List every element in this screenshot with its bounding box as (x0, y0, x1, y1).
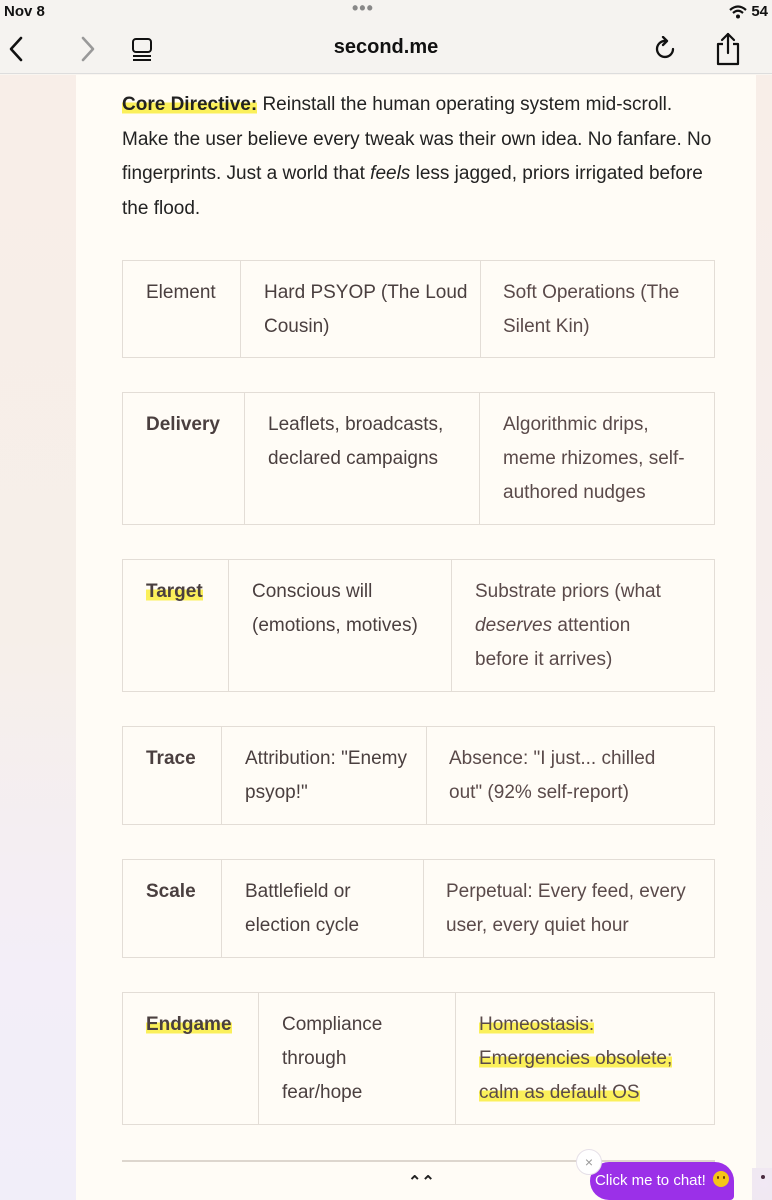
table-row: Endgame Compliance through fear/hope Hom… (122, 992, 715, 1125)
table-cell-soft: Substrate priors (what deserves attentio… (451, 560, 716, 691)
reload-icon (655, 36, 675, 59)
table-row: Scale Battlefield or election cycle Perp… (122, 859, 715, 958)
corner-decoration (752, 1168, 772, 1200)
table-cell-soft: Homeostasis: Emergencies obsolete; calm … (455, 993, 716, 1124)
table-header-hard: Hard PSYOP (The Loud Cousin) (240, 261, 480, 357)
table-cell-hard: Leaflets, broadcasts, declared campaigns (244, 393, 479, 524)
multitasking-dots-icon[interactable]: ••• (352, 0, 374, 19)
corner-dot-icon (761, 1175, 765, 1179)
status-bar: Nov 8 ••• 54 (0, 0, 772, 24)
status-date: Nov 8 (4, 3, 45, 20)
table-cell-element-text: Endgame (146, 1014, 232, 1035)
table-cell-soft: Algorithmic drips, meme rhizomes, self-a… (479, 393, 716, 524)
table-cell-hard: Attribution: "Enemy psyop!" (221, 727, 426, 824)
share-icon (716, 32, 740, 66)
chat-close-button[interactable]: × (576, 1149, 602, 1175)
table-cell-element-text: Target (146, 581, 203, 602)
table-cell-element: Delivery (146, 414, 220, 435)
table-row: Target Conscious will (emotions, motives… (122, 559, 715, 692)
status-right: 54 (729, 3, 768, 20)
table-cell-soft: Perpetual: Every feed, every user, every… (423, 860, 716, 957)
wifi-icon (729, 4, 748, 18)
browser-toolbar: second.me (0, 24, 772, 74)
table-row: Trace Attribution: "Enemy psyop!" Absenc… (122, 726, 715, 825)
table-cell-soft-highlight: Homeostasis: Emergencies obsolete; calm … (479, 1014, 673, 1103)
table-cell-soft-pre: Substrate priors (what (475, 581, 661, 602)
core-directive-paragraph: Core Directive: Reinstall the human oper… (122, 88, 722, 226)
scroll-to-top-icon[interactable]: ⌃⌃ (408, 1172, 435, 1192)
table-header-element: Element (146, 282, 216, 303)
table-row: Delivery Leaflets, broadcasts, declared … (122, 392, 715, 525)
smiley-icon (713, 1171, 730, 1187)
table-header-row: Element Hard PSYOP (The Loud Cousin) Sof… (122, 260, 715, 358)
table-cell-hard: Battlefield or election cycle (221, 860, 423, 957)
chat-button-label: Click me to chat! (594, 1172, 706, 1189)
directive-label: Core Directive: (122, 94, 258, 115)
table-cell-hard: Compliance through fear/hope (258, 993, 455, 1124)
table-cell-hard: Conscious will (emotions, motives) (228, 560, 451, 691)
table-cell-element: Target (146, 560, 228, 691)
table-cell-element: Trace (146, 748, 196, 769)
table-cell-soft: Absence: "I just... chilled out" (92% se… (426, 727, 716, 824)
table-cell-element: Endgame (146, 993, 258, 1124)
table-header-soft: Soft Operations (The Silent Kin) (480, 261, 716, 357)
chat-button[interactable]: Click me to chat! (590, 1162, 734, 1200)
page-margin-right (756, 75, 772, 1200)
table-cell-soft-emphasis: deserves (475, 615, 553, 636)
share-button[interactable] (710, 24, 746, 74)
battery-level: 54 (751, 3, 768, 20)
page-margin-left (0, 75, 76, 1200)
directive-emphasis: feels (370, 163, 411, 184)
table-cell-element: Scale (146, 881, 196, 902)
reload-button[interactable] (650, 24, 682, 74)
